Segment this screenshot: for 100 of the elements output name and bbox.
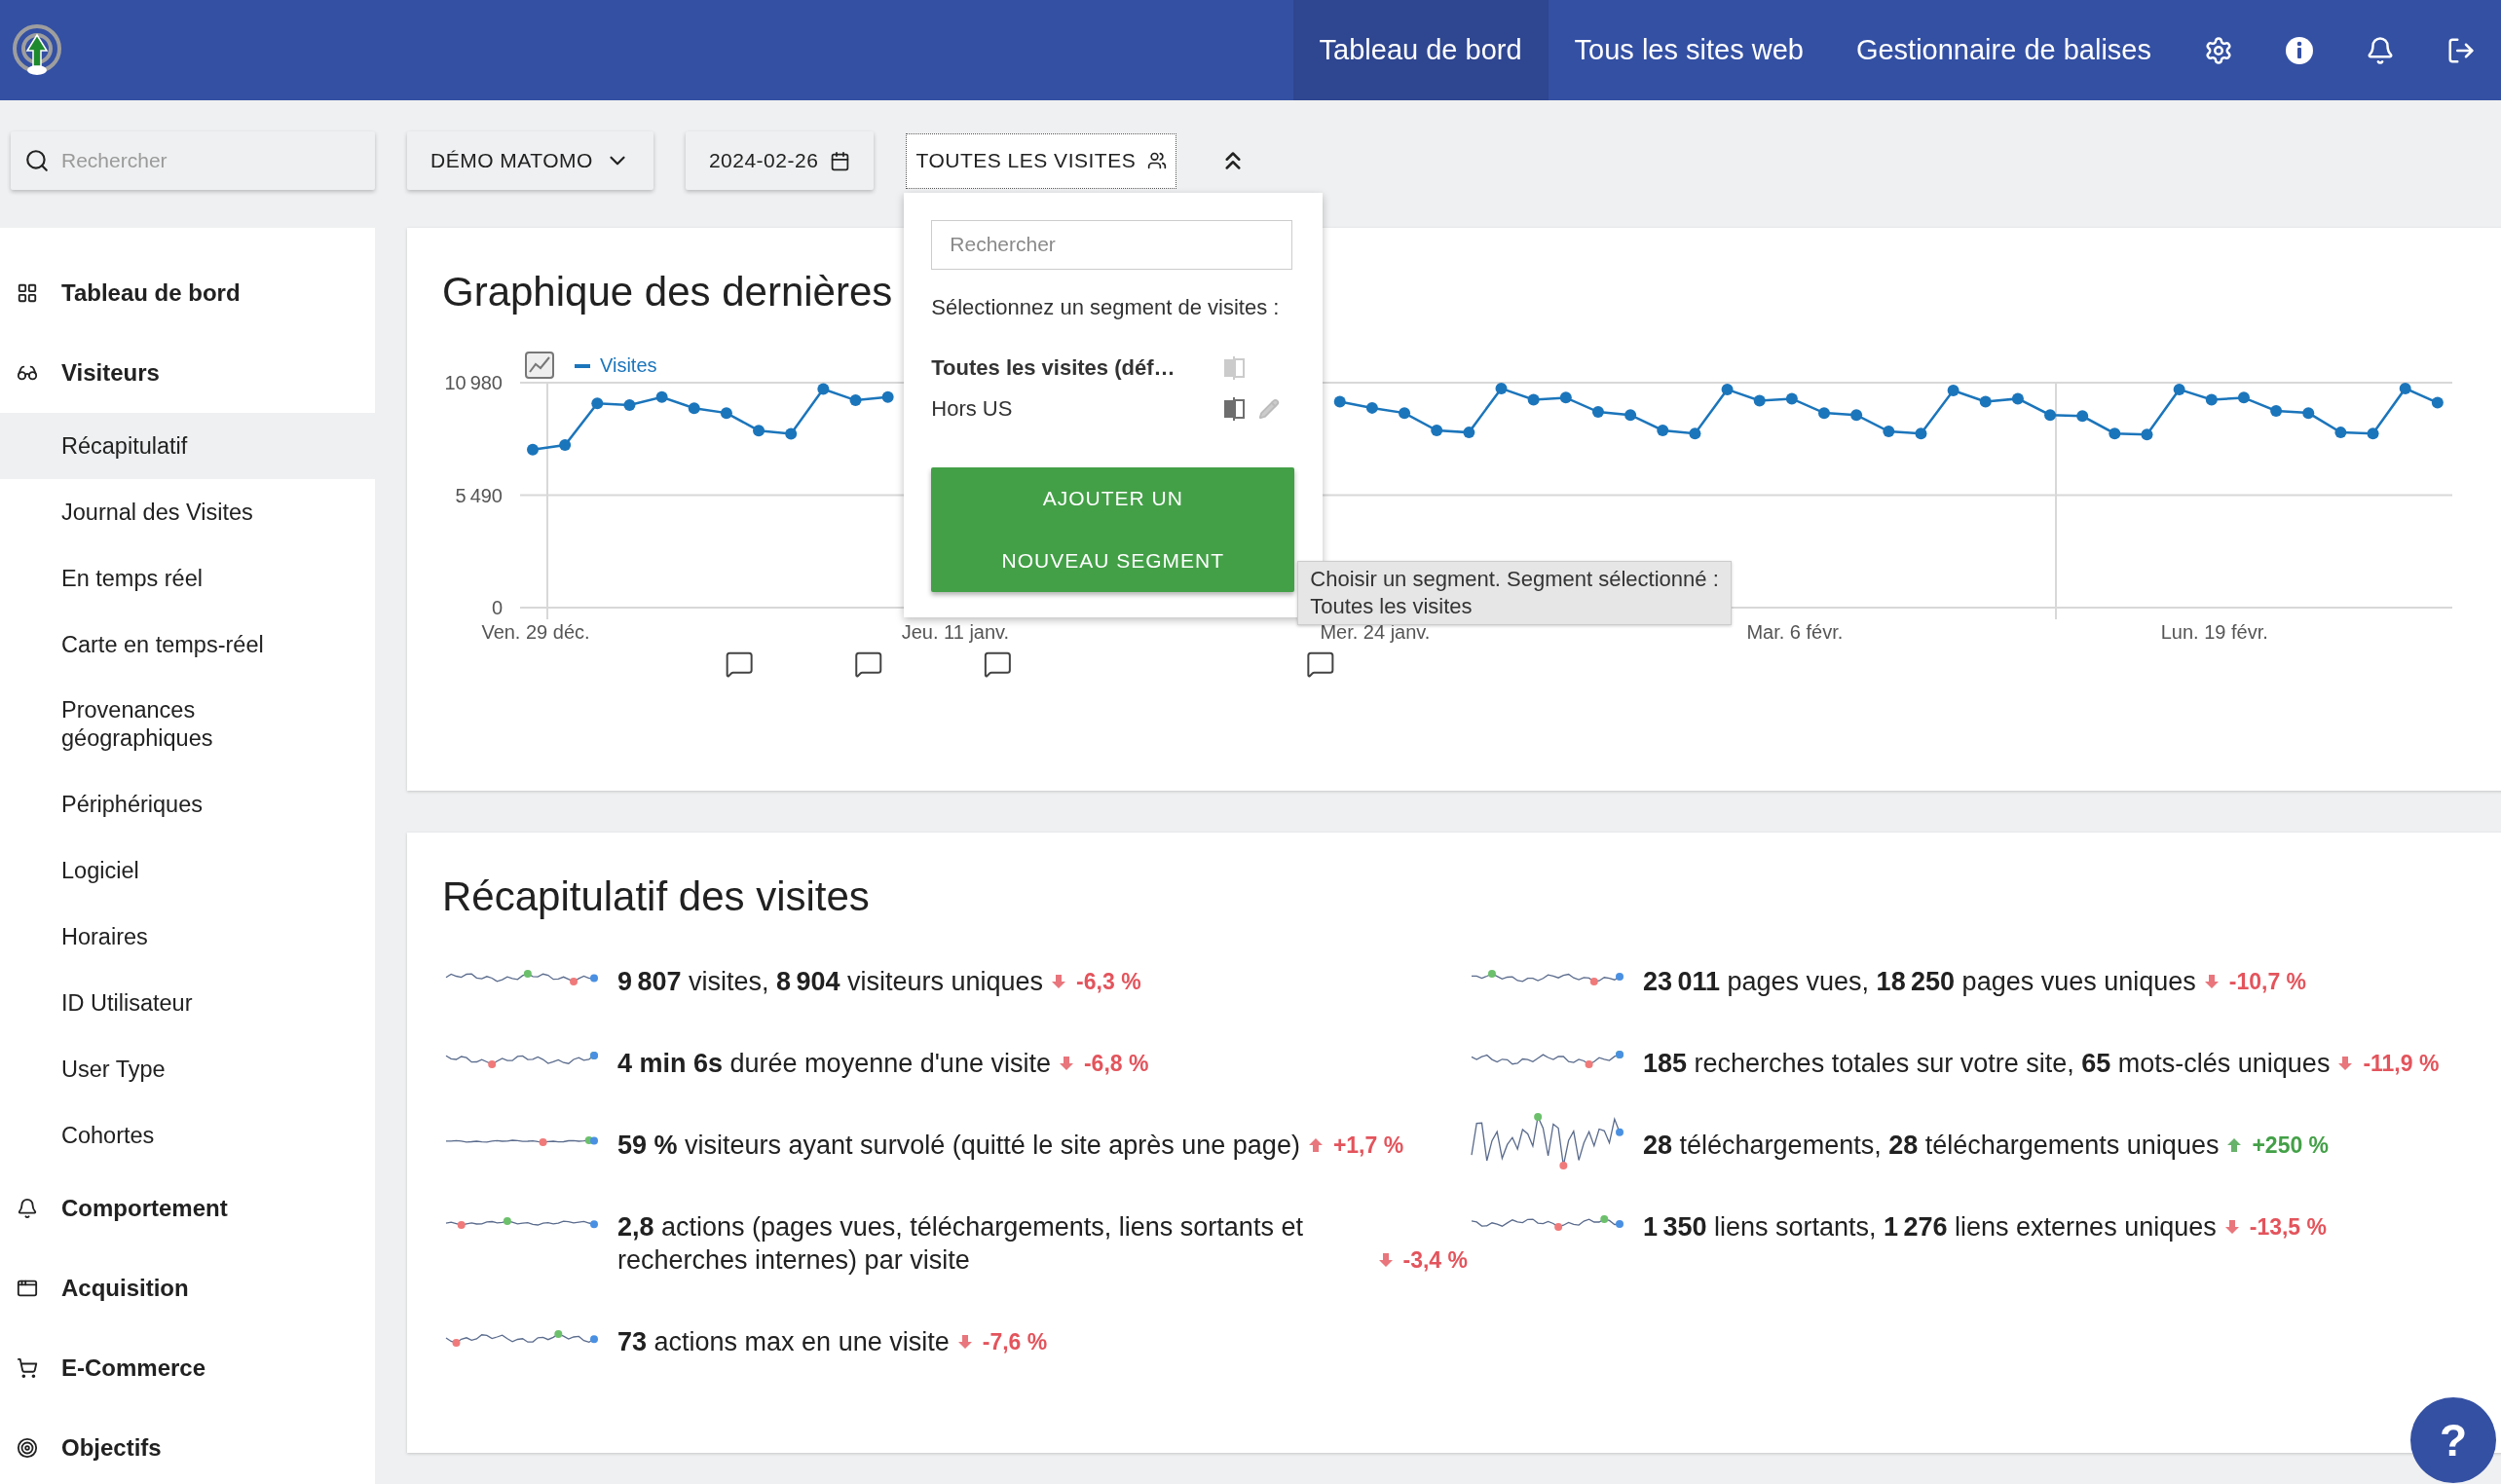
data-point[interactable]: [591, 397, 604, 410]
data-point[interactable]: [881, 390, 894, 403]
data-point[interactable]: [2173, 383, 2185, 395]
annotation-icon[interactable]: [856, 652, 881, 677]
axis-label: Ven. 29 déc.: [481, 621, 590, 643]
sidebar-item[interactable]: Provenances géographiques: [0, 678, 375, 771]
data-point[interactable]: [849, 394, 862, 407]
sidebar-category[interactable]: Tableau de bord: [0, 253, 375, 333]
data-point[interactable]: [1689, 427, 1701, 440]
change-value: -6,8 %: [1083, 1050, 1149, 1078]
metric-text: 185 recherches totales sur votre site, 65 mots-clés uniques: [1643, 1048, 2331, 1080]
sidebar-item[interactable]: ID Utilisateur: [0, 970, 375, 1036]
segment-item[interactable]: Toutes les visites (déf…: [931, 352, 1298, 383]
change-value: -11,9 %: [2363, 1050, 2440, 1078]
data-point[interactable]: [1915, 427, 1927, 440]
sidebar-category[interactable]: E-Commerce: [0, 1328, 375, 1408]
data-point[interactable]: [1527, 393, 1540, 406]
sidebar-item[interactable]: Logiciel: [0, 837, 375, 904]
data-point[interactable]: [1399, 407, 1411, 420]
settings-icon[interactable]: [2203, 35, 2233, 65]
sidebar-item[interactable]: Horaires: [0, 904, 375, 970]
data-point[interactable]: [1883, 426, 1895, 438]
sidebar-category[interactable]: Objectifs: [0, 1408, 375, 1484]
sidebar-item[interactable]: Carte en temps-réel: [0, 612, 375, 678]
data-point[interactable]: [2367, 427, 2379, 440]
data-point[interactable]: [527, 443, 539, 456]
data-point[interactable]: [1947, 385, 1960, 396]
axis-label: 0: [491, 597, 503, 618]
data-point[interactable]: [1979, 395, 1992, 408]
data-point[interactable]: [2044, 409, 2057, 422]
data-point[interactable]: [1657, 425, 1669, 436]
data-point[interactable]: [2205, 393, 2218, 406]
nav-tab[interactable]: Tous les sites web: [1548, 0, 1830, 100]
metric-text: 9 807 visites, 8 904 visiteurs uniques: [617, 966, 1044, 998]
change-value: -13,5 %: [2249, 1213, 2327, 1242]
segment-search-field[interactable]: Rechercher: [931, 219, 1293, 270]
data-point[interactable]: [655, 390, 668, 403]
data-point[interactable]: [720, 407, 732, 420]
annotation-icon[interactable]: [985, 652, 1010, 677]
annotation-icon[interactable]: [1308, 652, 1333, 677]
data-point[interactable]: [688, 402, 700, 415]
sidebar-category[interactable]: Acquisition: [0, 1248, 375, 1328]
data-point[interactable]: [785, 427, 798, 440]
data-point[interactable]: [559, 438, 572, 451]
sidebar-item[interactable]: Cohortes: [0, 1102, 375, 1169]
target-icon: [17, 1437, 38, 1459]
logo-icon: [12, 22, 62, 78]
sidebar-item[interactable]: User Type: [0, 1036, 375, 1102]
search-field[interactable]: Rechercher: [11, 131, 375, 190]
sidebar-item[interactable]: Périphériques: [0, 771, 375, 837]
segment-selector[interactable]: TOUTES LES VISITES: [906, 132, 1177, 189]
data-point[interactable]: [2270, 405, 2283, 418]
data-point[interactable]: [2011, 392, 2024, 405]
sidebar-item[interactable]: En temps réel: [0, 545, 375, 612]
sidebar-category[interactable]: Visiteurs: [0, 333, 375, 413]
data-point[interactable]: [1365, 401, 1378, 414]
sidebar-category[interactable]: Comportement: [0, 1169, 375, 1248]
bell-icon: [17, 1198, 38, 1219]
site-selector[interactable]: DÉMO MATOMO: [407, 131, 653, 190]
chart-type-icon[interactable]: [525, 352, 554, 379]
metric-text: 1 350 liens sortants, 1 276 liens externes uniques: [1643, 1211, 2217, 1243]
data-point[interactable]: [1624, 409, 1637, 422]
data-point[interactable]: [2076, 410, 2089, 423]
data-point[interactable]: [2141, 428, 2153, 441]
axis-label: Mar. 6 févr.: [1746, 621, 1844, 643]
change-value: +250 %: [2252, 1132, 2330, 1160]
data-point[interactable]: [1333, 395, 1346, 408]
data-point[interactable]: [1785, 392, 1798, 405]
metric-text: 23 011 pages vues, 18 250 pages vues uniques: [1643, 966, 2196, 998]
nav-tab[interactable]: Gestionnaire de balises: [1829, 0, 2178, 100]
legend-label[interactable]: Visites: [600, 354, 657, 376]
data-point[interactable]: [1495, 382, 1508, 394]
data-point[interactable]: [1431, 425, 1443, 436]
segment-label: Toutes les visites (déf…: [931, 354, 1176, 381]
data-point[interactable]: [753, 425, 765, 437]
nav-tab[interactable]: Tableau de bord: [1292, 0, 1549, 100]
data-point[interactable]: [817, 383, 830, 395]
sidebar-item[interactable]: Récapitulatif: [0, 413, 375, 479]
change-value: -7,6 %: [982, 1328, 1048, 1356]
annotation-icon[interactable]: [727, 652, 752, 677]
tooltip: Choisir un segment. Segment sélectionné : Toutes les visites: [1297, 560, 1732, 625]
data-point[interactable]: [2237, 391, 2250, 404]
data-point[interactable]: [1753, 394, 1766, 407]
data-point[interactable]: [2302, 407, 2315, 420]
data-point[interactable]: [1591, 406, 1604, 419]
sidebar-item[interactable]: Journal des Visites: [0, 479, 375, 545]
data-point[interactable]: [1818, 407, 1830, 420]
data-point[interactable]: [1721, 383, 1734, 395]
date-selector[interactable]: 2024-02-26: [685, 131, 875, 190]
data-point[interactable]: [2431, 396, 2444, 409]
data-point[interactable]: [2399, 382, 2411, 394]
data-point[interactable]: [1559, 391, 1572, 404]
info-icon[interactable]: [2284, 35, 2314, 65]
data-point[interactable]: [623, 398, 636, 411]
data-point[interactable]: [2334, 427, 2347, 439]
data-point[interactable]: [2109, 427, 2121, 440]
compare-icon[interactable]: [1223, 396, 1246, 421]
data-point[interactable]: [1463, 427, 1475, 439]
data-point[interactable]: [1850, 409, 1863, 422]
segment-item[interactable]: Hors US: [931, 393, 1298, 424]
